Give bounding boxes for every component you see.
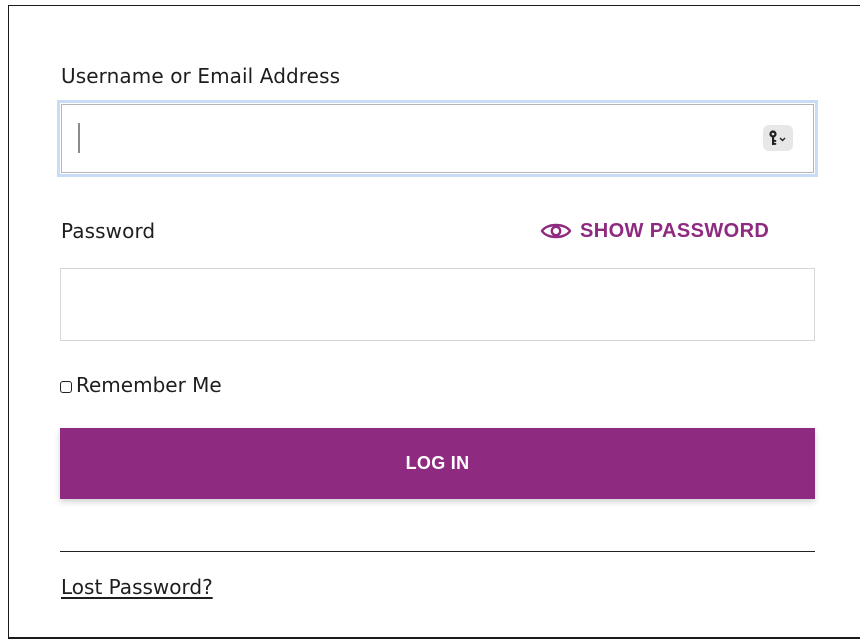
password-manager-button[interactable] [763, 125, 793, 151]
remember-me[interactable]: Remember Me [60, 371, 222, 399]
text-caret [78, 123, 80, 153]
show-password-label: SHOW PASSWORD [580, 219, 770, 242]
remember-me-label: Remember Me [76, 373, 222, 397]
password-input[interactable] [61, 269, 814, 340]
username-field-focus-ring [57, 100, 818, 177]
username-input[interactable] [60, 103, 815, 174]
username-label: Username or Email Address [61, 64, 341, 88]
divider [60, 551, 815, 552]
password-field-border [60, 268, 815, 341]
lost-password-link[interactable]: Lost Password? [61, 575, 213, 599]
show-password-toggle[interactable]: SHOW PASSWORD [540, 216, 769, 246]
eye-icon [540, 223, 572, 239]
password-label: Password [61, 219, 156, 243]
remember-me-checkbox[interactable] [60, 381, 72, 393]
key-icon [769, 130, 786, 145]
login-button[interactable]: LOG IN [60, 428, 815, 499]
